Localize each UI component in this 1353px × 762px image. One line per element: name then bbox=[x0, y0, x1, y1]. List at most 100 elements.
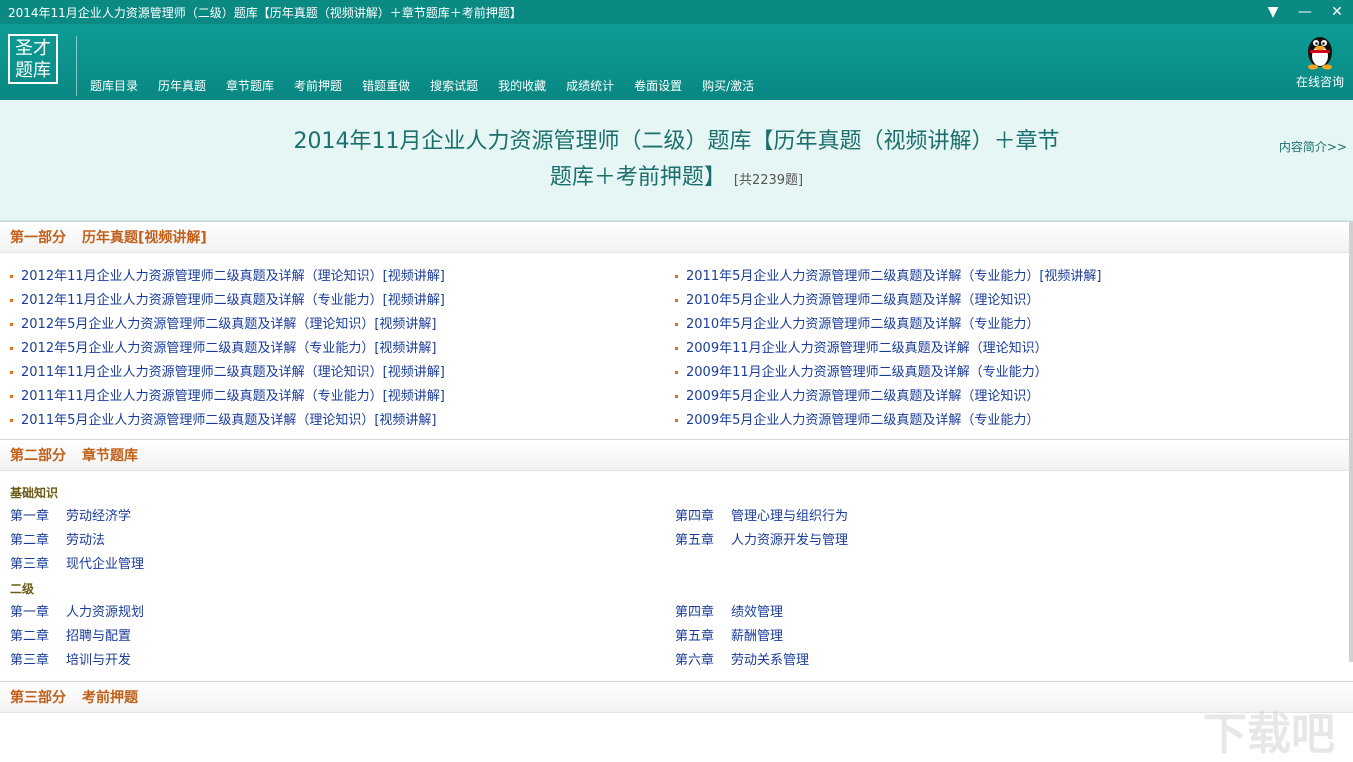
nav-redo-wrong[interactable]: 错题重做 bbox=[352, 76, 420, 96]
exam-link-text: 2012年5月企业人力资源管理师二级真题及详解（理论知识）[视频讲解] bbox=[21, 317, 437, 332]
bullet-icon bbox=[10, 323, 13, 326]
section-chapter-bank-header: 第二部分章节题库 bbox=[0, 439, 1353, 471]
exam-link-text: 2012年5月企业人力资源管理师二级真题及详解（专业能力）[视频讲解] bbox=[21, 341, 437, 356]
book-title-line-2-text: 题库＋考前押题】 bbox=[550, 165, 726, 190]
nav-past-exams[interactable]: 历年真题 bbox=[148, 76, 216, 96]
bullet-icon bbox=[675, 275, 678, 278]
intro-link[interactable]: 内容简介>> bbox=[1279, 138, 1347, 155]
bullet-icon bbox=[675, 347, 678, 350]
nav-score-stats[interactable]: 成绩统计 bbox=[556, 76, 624, 96]
exam-link-text: 2011年5月企业人力资源管理师二级真题及详解（理论知识）[视频讲解] bbox=[21, 413, 437, 428]
book-title: 2014年11月企业人力资源管理师（二级）题库【历年真题（视频讲解）＋章节 题库… bbox=[0, 124, 1353, 199]
window-controls: ▼ — ✕ bbox=[1257, 0, 1353, 24]
qq-penguin-icon bbox=[1303, 30, 1337, 70]
minimize-button[interactable]: — bbox=[1289, 0, 1321, 24]
group-label-basic: 基础知识 bbox=[0, 481, 1353, 505]
exam-link[interactable]: 2009年5月企业人力资源管理师二级真题及详解（专业能力） bbox=[675, 409, 1340, 433]
nav-page-settings[interactable]: 卷面设置 bbox=[624, 76, 692, 96]
chapter-title: 绩效管理 bbox=[731, 605, 783, 620]
bullet-icon bbox=[675, 371, 678, 374]
exam-link-text: 2011年5月企业人力资源管理师二级真题及详解（专业能力）[视频讲解] bbox=[686, 269, 1102, 284]
nav-search[interactable]: 搜索试题 bbox=[420, 76, 488, 96]
chapter-link[interactable]: 第四章绩效管理 bbox=[675, 601, 1340, 625]
exam-link-text: 2010年5月企业人力资源管理师二级真题及详解（专业能力） bbox=[686, 317, 1039, 332]
bullet-icon bbox=[10, 275, 13, 278]
nav-buy-activate[interactable]: 购买/激活 bbox=[692, 76, 764, 96]
bullet-icon bbox=[10, 371, 13, 374]
menu-dropdown-button[interactable]: ▼ bbox=[1257, 0, 1289, 24]
chapter-title: 薪酬管理 bbox=[731, 629, 783, 644]
chapter-link[interactable]: 第六章劳动关系管理 bbox=[675, 649, 1340, 673]
chapter-link[interactable]: 第三章培训与开发 bbox=[10, 649, 675, 673]
exam-link[interactable]: 2010年5月企业人力资源管理师二级真题及详解（理论知识） bbox=[675, 289, 1340, 313]
chapter-title: 人力资源开发与管理 bbox=[731, 533, 848, 548]
chapter-title: 培训与开发 bbox=[66, 653, 131, 668]
app-header: 圣才 题库 题库目录 历年真题 章节题库 考前押题 错题重做 搜索试题 我的收藏… bbox=[0, 24, 1353, 100]
chapter-title: 劳动经济学 bbox=[66, 509, 131, 524]
bullet-icon bbox=[675, 395, 678, 398]
close-button[interactable]: ✕ bbox=[1321, 0, 1353, 24]
exam-link[interactable]: 2009年11月企业人力资源管理师二级真题及详解（专业能力） bbox=[675, 361, 1340, 385]
exam-link[interactable]: 2010年5月企业人力资源管理师二级真题及详解（专业能力） bbox=[675, 313, 1340, 337]
chapter-link[interactable]: 第一章劳动经济学 bbox=[10, 505, 675, 529]
bullet-icon bbox=[675, 323, 678, 326]
exam-link-text: 2011年11月企业人力资源管理师二级真题及详解（理论知识）[视频讲解] bbox=[21, 365, 445, 380]
exam-link[interactable]: 2012年11月企业人力资源管理师二级真题及详解（理论知识）[视频讲解] bbox=[10, 265, 675, 289]
nav-chapter-bank[interactable]: 章节题库 bbox=[216, 76, 284, 96]
chapter-number: 第六章 bbox=[675, 649, 731, 673]
exam-link[interactable]: 2011年5月企业人力资源管理师二级真题及详解（专业能力）[视频讲解] bbox=[675, 265, 1340, 289]
chapter-link[interactable]: 第五章人力资源开发与管理 bbox=[675, 529, 1340, 553]
exam-link[interactable]: 2009年5月企业人力资源管理师二级真题及详解（理论知识） bbox=[675, 385, 1340, 409]
exam-link[interactable]: 2009年11月企业人力资源管理师二级真题及详解（理论知识） bbox=[675, 337, 1340, 361]
nav-pre-exam[interactable]: 考前押题 bbox=[284, 76, 352, 96]
exam-link-text: 2009年5月企业人力资源管理师二级真题及详解（专业能力） bbox=[686, 413, 1039, 428]
section-part-label: 第三部分 bbox=[10, 687, 66, 707]
section-past-exams-header: 第一部分历年真题[视频讲解] bbox=[0, 221, 1353, 253]
past-exam-column-left: 2012年11月企业人力资源管理师二级真题及详解（理论知识）[视频讲解] 201… bbox=[10, 265, 675, 433]
chapter-number: 第三章 bbox=[10, 649, 66, 673]
chapter-link[interactable]: 第二章劳动法 bbox=[10, 529, 675, 553]
exam-link[interactable]: 2012年5月企业人力资源管理师二级真题及详解（理论知识）[视频讲解] bbox=[10, 313, 675, 337]
online-consult-button[interactable]: 在线咨询 bbox=[1293, 30, 1347, 90]
exam-link-text: 2009年11月企业人力资源管理师二级真题及详解（理论知识） bbox=[686, 341, 1048, 356]
section-name: 考前押题 bbox=[82, 687, 138, 707]
bullet-icon bbox=[10, 395, 13, 398]
chapter-number: 第一章 bbox=[10, 601, 66, 625]
chapter-title: 管理心理与组织行为 bbox=[731, 509, 848, 524]
chapter-number: 第一章 bbox=[10, 505, 66, 529]
exam-link[interactable]: 2012年11月企业人力资源管理师二级真题及详解（专业能力）[视频讲解] bbox=[10, 289, 675, 313]
section-pre-exam-header: 第三部分考前押题 bbox=[0, 681, 1353, 713]
exam-link-text: 2009年5月企业人力资源管理师二级真题及详解（理论知识） bbox=[686, 389, 1039, 404]
book-banner: 2014年11月企业人力资源管理师（二级）题库【历年真题（视频讲解）＋章节 题库… bbox=[0, 100, 1353, 221]
exam-link[interactable]: 2012年5月企业人力资源管理师二级真题及详解（专业能力）[视频讲解] bbox=[10, 337, 675, 361]
logo-separator bbox=[76, 36, 77, 96]
section-name: 章节题库 bbox=[82, 445, 138, 465]
chapter-link[interactable]: 第一章人力资源规划 bbox=[10, 601, 675, 625]
chapter-title: 人力资源规划 bbox=[66, 605, 144, 620]
nav-catalog[interactable]: 题库目录 bbox=[80, 76, 148, 96]
exam-link[interactable]: 2011年5月企业人力资源管理师二级真题及详解（理论知识）[视频讲解] bbox=[10, 409, 675, 433]
exam-link-text: 2012年11月企业人力资源管理师二级真题及详解（专业能力）[视频讲解] bbox=[21, 293, 445, 308]
bullet-icon bbox=[675, 419, 678, 422]
chapter-link[interactable]: 第五章薪酬管理 bbox=[675, 625, 1340, 649]
chapter-groups: 基础知识 第一章劳动经济学 第二章劳动法 第三章现代企业管理 第四章管理心理与组… bbox=[0, 471, 1353, 681]
exam-link[interactable]: 2011年11月企业人力资源管理师二级真题及详解（理论知识）[视频讲解] bbox=[10, 361, 675, 385]
chapter-number: 第四章 bbox=[675, 505, 731, 529]
nav-favorites[interactable]: 我的收藏 bbox=[488, 76, 556, 96]
main-nav: 题库目录 历年真题 章节题库 考前押题 错题重做 搜索试题 我的收藏 成绩统计 … bbox=[80, 76, 764, 96]
chapter-link[interactable]: 第三章现代企业管理 bbox=[10, 553, 675, 577]
chapter-number: 第二章 bbox=[10, 529, 66, 553]
chapter-column-left: 第一章劳动经济学 第二章劳动法 第三章现代企业管理 bbox=[10, 505, 675, 577]
bullet-icon bbox=[10, 419, 13, 422]
chapter-grid-level2: 第一章人力资源规划 第二章招聘与配置 第三章培训与开发 第四章绩效管理 第五章薪… bbox=[0, 601, 1353, 673]
chapter-number: 第四章 bbox=[675, 601, 731, 625]
chapter-column-right: 第四章管理心理与组织行为 第五章人力资源开发与管理 bbox=[675, 505, 1340, 577]
logo: 圣才 题库 bbox=[8, 34, 58, 84]
chapter-link[interactable]: 第四章管理心理与组织行为 bbox=[675, 505, 1340, 529]
chapter-link[interactable]: 第二章招聘与配置 bbox=[10, 625, 675, 649]
scrollbar[interactable] bbox=[1349, 222, 1353, 662]
exam-link[interactable]: 2011年11月企业人力资源管理师二级真题及详解（专业能力）[视频讲解] bbox=[10, 385, 675, 409]
consult-label: 在线咨询 bbox=[1293, 73, 1347, 90]
bullet-icon bbox=[675, 299, 678, 302]
section-part-label: 第二部分 bbox=[10, 445, 66, 465]
